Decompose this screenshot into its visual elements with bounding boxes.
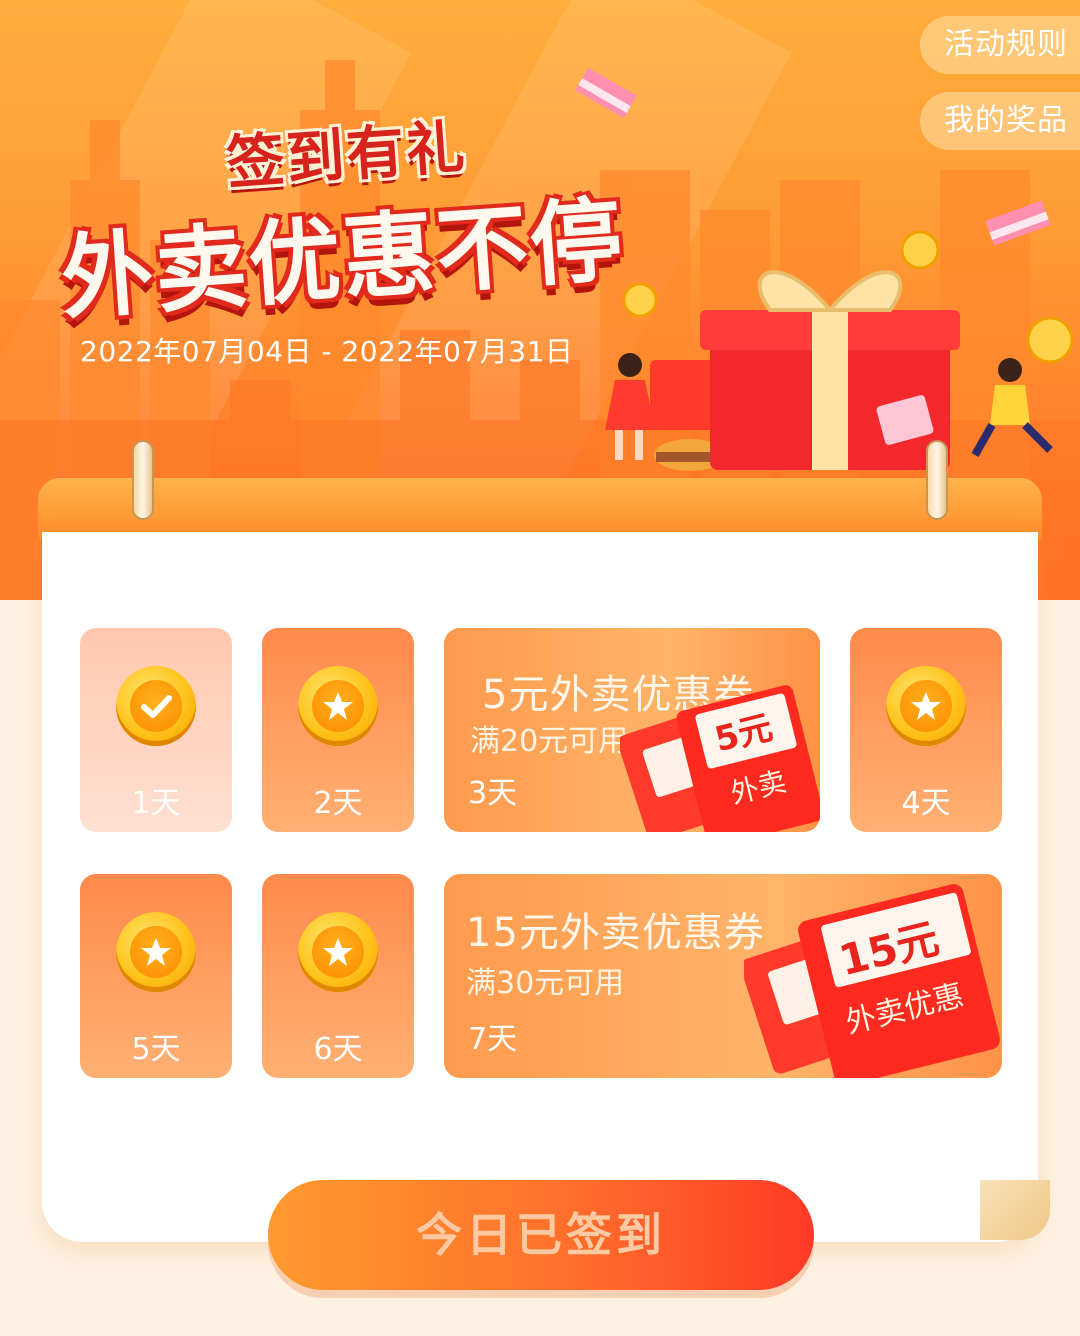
activity-date-range: 2022年07月04日 - 2022年07月31日 xyxy=(80,335,574,368)
day-label: 6天 xyxy=(313,1032,363,1067)
signed-in-today-label: 今日已签到 xyxy=(416,1208,666,1262)
signed-in-today-button[interactable]: 今日已签到 xyxy=(268,1180,814,1290)
activity-rules-label: 活动规则 xyxy=(944,27,1068,62)
day-label: 5天 xyxy=(131,1032,181,1067)
day-label: 7天 xyxy=(468,1022,518,1057)
star-icon xyxy=(911,692,941,720)
reward-title: 15元外卖优惠券 xyxy=(466,910,765,956)
coin-icon xyxy=(116,912,196,992)
day-tile-2[interactable]: 2天 xyxy=(262,628,414,832)
star-icon xyxy=(323,938,353,966)
gift-box-illustration xyxy=(605,230,1074,471)
day-tile-4[interactable]: 4天 xyxy=(850,628,1002,832)
reward-tile-day-7[interactable]: 15元外卖优惠券 满30元可用 7天 15元 外卖优惠 xyxy=(444,874,1002,1078)
reward-condition: 满20元可用 xyxy=(470,724,629,759)
calendar-page-curl xyxy=(980,1180,1050,1240)
my-prizes-label: 我的奖品 xyxy=(944,103,1068,138)
day-tile-6[interactable]: 6天 xyxy=(262,874,414,1078)
calendar-ring-left xyxy=(132,440,154,520)
my-prizes-button[interactable]: 我的奖品 xyxy=(920,92,1080,150)
day-tile-5[interactable]: 5天 xyxy=(80,874,232,1078)
calendar-ring-right xyxy=(926,440,948,520)
coin-icon xyxy=(116,666,196,746)
coin-icon xyxy=(298,666,378,746)
reward-condition: 满30元可用 xyxy=(466,966,625,1001)
day-label: 1天 xyxy=(131,786,181,821)
coin-icon xyxy=(298,912,378,992)
activity-rules-button[interactable]: 活动规则 xyxy=(920,16,1080,74)
star-icon xyxy=(323,692,353,720)
day-label: 4天 xyxy=(901,786,951,821)
coin-icon xyxy=(886,666,966,746)
calendar-header-bar xyxy=(38,478,1042,540)
day-label: 3天 xyxy=(468,776,518,811)
star-icon xyxy=(141,938,171,966)
check-icon xyxy=(141,695,172,718)
reward-tile-day-3[interactable]: 5元外卖优惠券 满20元可用 3天 5元 外卖 xyxy=(444,628,820,832)
day-label: 2天 xyxy=(313,786,363,821)
day-tile-1[interactable]: 1天 xyxy=(80,628,232,832)
